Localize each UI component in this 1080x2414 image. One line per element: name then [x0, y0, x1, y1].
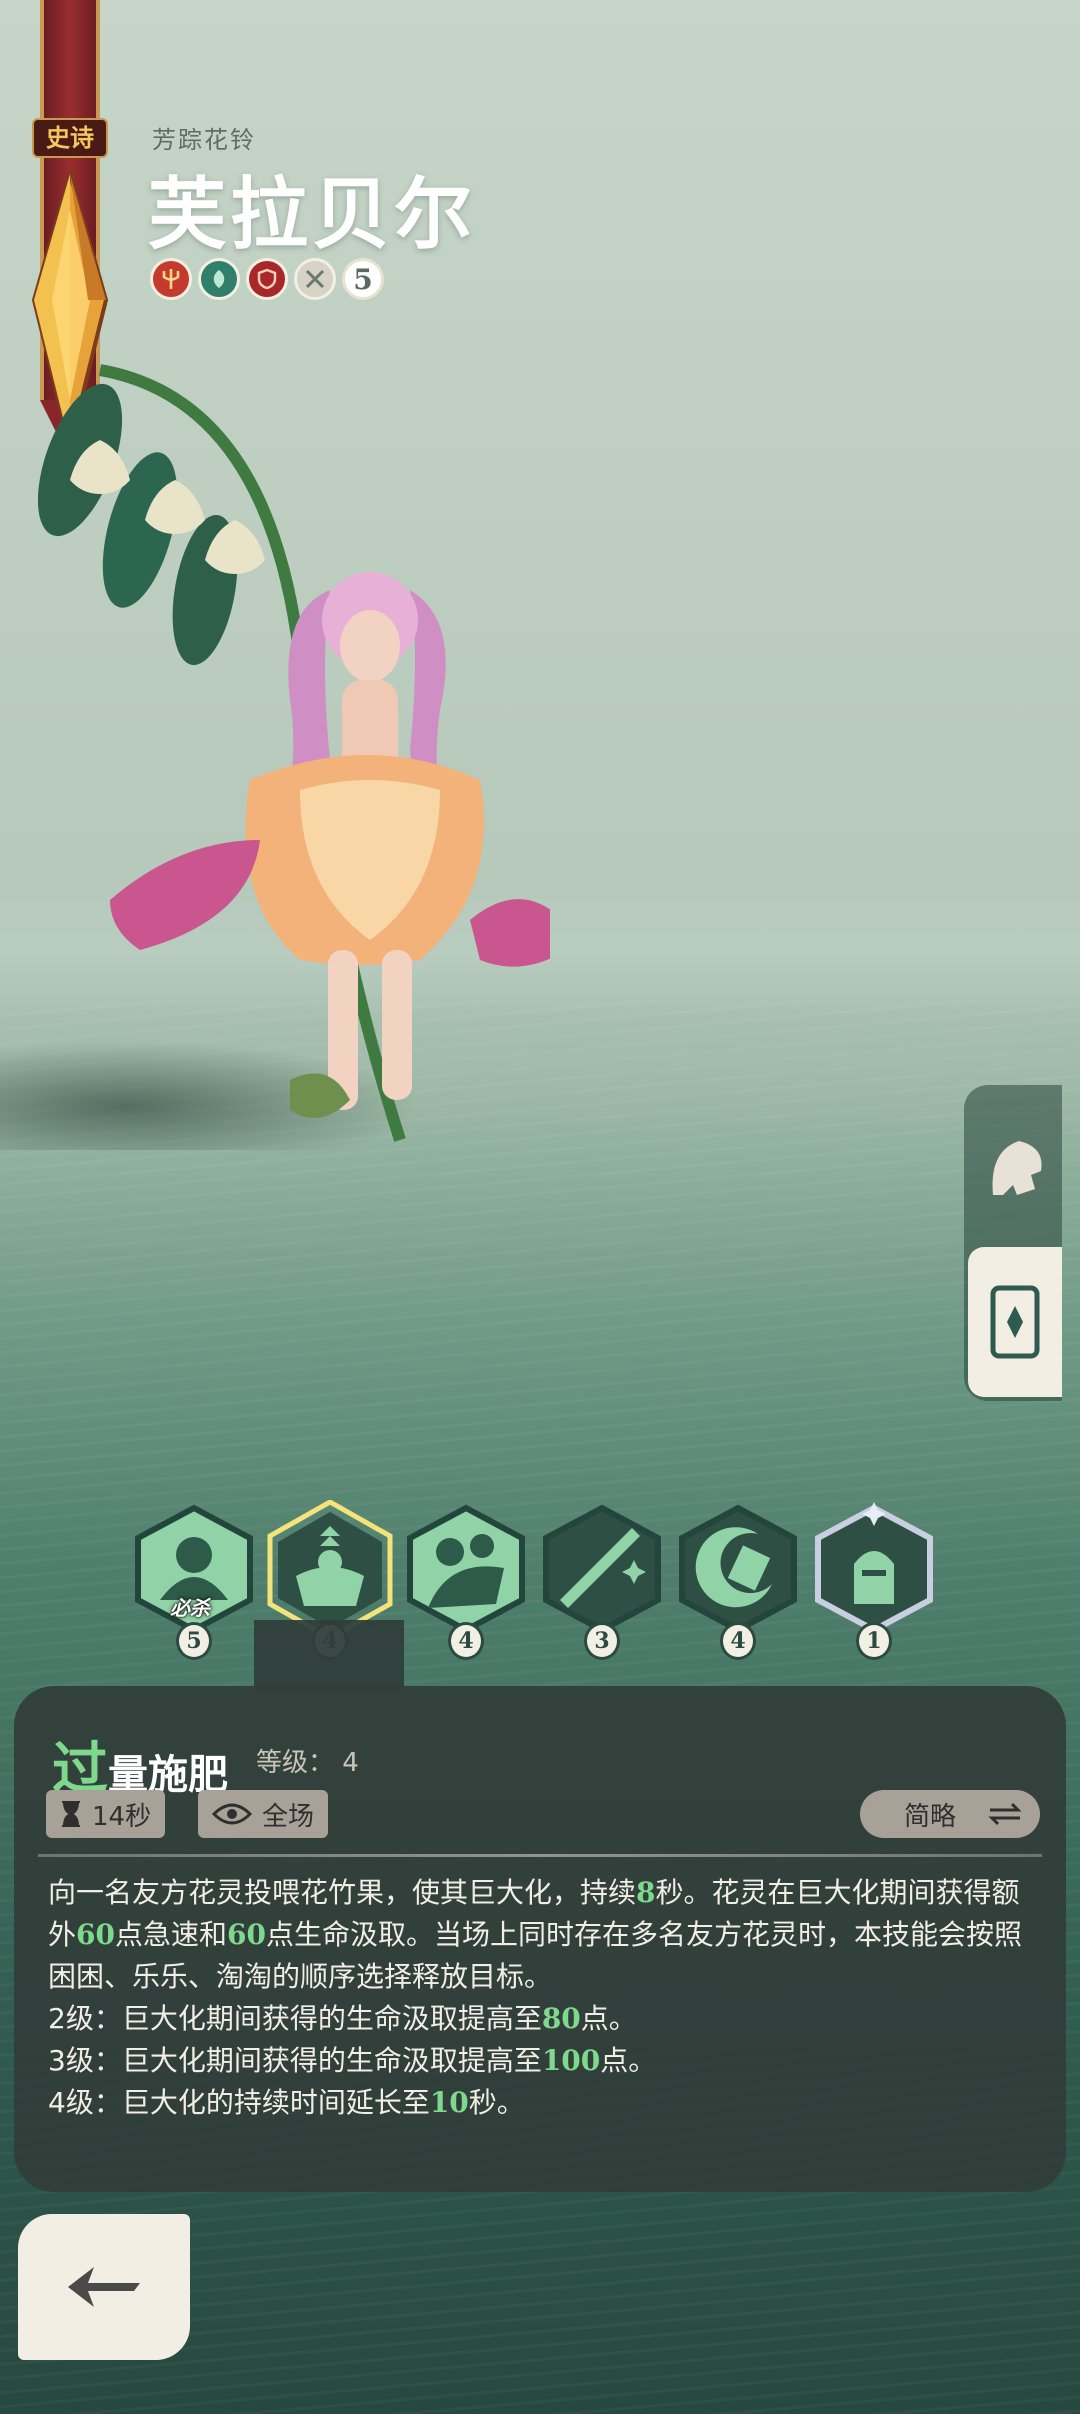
skill-level-badge: 4: [448, 1622, 484, 1660]
hug-skill-icon: [407, 1504, 525, 1634]
tab-skills[interactable]: [968, 1247, 1062, 1397]
skill-detail-panel: 过量施肥 等级： 4 14秒 全场 简略 向一名友方花灵投喂花竹果，使其巨大化，…: [14, 1686, 1066, 2192]
description-level-3: 3级：巨大化期间获得的生命汲取提高至100点。: [48, 2044, 657, 2077]
description-level-2: 2级：巨大化期间获得的生命汲取提高至80点。: [48, 2002, 637, 2035]
shield-emblem-icon[interactable]: [246, 258, 288, 300]
back-arrow-icon: [68, 2267, 140, 2307]
skill-slot-3[interactable]: 4: [402, 1500, 530, 1670]
skill-description: 向一名友方花灵投喂花竹果，使其巨大化，持续8秒。花灵在巨大化期间获得额外60点急…: [48, 1872, 1038, 2124]
helmet-icon: [992, 1141, 1042, 1195]
sword-slash-icon: [543, 1504, 661, 1634]
star-count: 5: [342, 258, 384, 300]
leaf-icon[interactable]: [198, 258, 240, 300]
skill-slot-4[interactable]: 3: [538, 1500, 666, 1670]
trident-icon[interactable]: [150, 258, 192, 300]
range-chip: 全场: [198, 1790, 329, 1838]
skill-level-badge: 5: [176, 1622, 212, 1660]
skill-level-badge: 4: [720, 1622, 756, 1660]
flex-growth-icon: [267, 1500, 393, 1640]
eye-icon: [212, 1803, 252, 1825]
trait-row: 5: [150, 258, 384, 302]
hero-character-illustration: [37, 364, 550, 1142]
range-value: 全场: [262, 1801, 315, 1832]
crossed-swords-icon[interactable]: [294, 258, 336, 300]
skill-level-badge: 1: [856, 1622, 892, 1660]
side-tab-bar: [964, 1085, 1062, 1401]
description-level-4: 4级：巨大化的持续时间延长至10秒。: [48, 2086, 525, 2119]
swap-arrows-icon: [988, 1802, 1022, 1826]
skill-slot-5[interactable]: 4: [674, 1500, 802, 1670]
selected-skill-connector: [254, 1620, 404, 1690]
skill-level-text: 等级： 4: [256, 1742, 359, 1779]
back-button[interactable]: [18, 2214, 190, 2360]
hero-name: 芙拉贝尔: [148, 169, 477, 260]
skill-slot-1[interactable]: 必杀 5: [130, 1500, 258, 1670]
description-main: 向一名友方花灵投喂花竹果，使其巨大化，持续8秒。花灵在巨大化期间获得额外60点急…: [48, 1876, 1022, 1993]
divider: [38, 1854, 1042, 1857]
knight-helmet-icon: [815, 1502, 933, 1634]
skill-slot-6[interactable]: 1: [810, 1500, 938, 1670]
toggle-label: 简略: [904, 1801, 957, 1832]
scroll-icon: [990, 1285, 1040, 1359]
hero-subtitle: 芳踪花铃: [152, 126, 256, 154]
crescent-strike-icon: [679, 1504, 797, 1634]
cooldown-chip: 14秒: [46, 1790, 166, 1838]
tab-appearance[interactable]: [968, 1095, 1062, 1245]
skill-level-badge: 3: [584, 1622, 620, 1660]
skill-level-label: 等级：: [256, 1748, 335, 1778]
hourglass-icon: [62, 1801, 80, 1827]
ultimate-tag: 必杀: [170, 1596, 210, 1620]
skill-level-value: 4: [342, 1748, 359, 1778]
description-mode-toggle[interactable]: 简略: [860, 1790, 1040, 1838]
cooldown-value: 14秒: [92, 1801, 152, 1832]
rarity-label: 史诗: [32, 118, 108, 158]
